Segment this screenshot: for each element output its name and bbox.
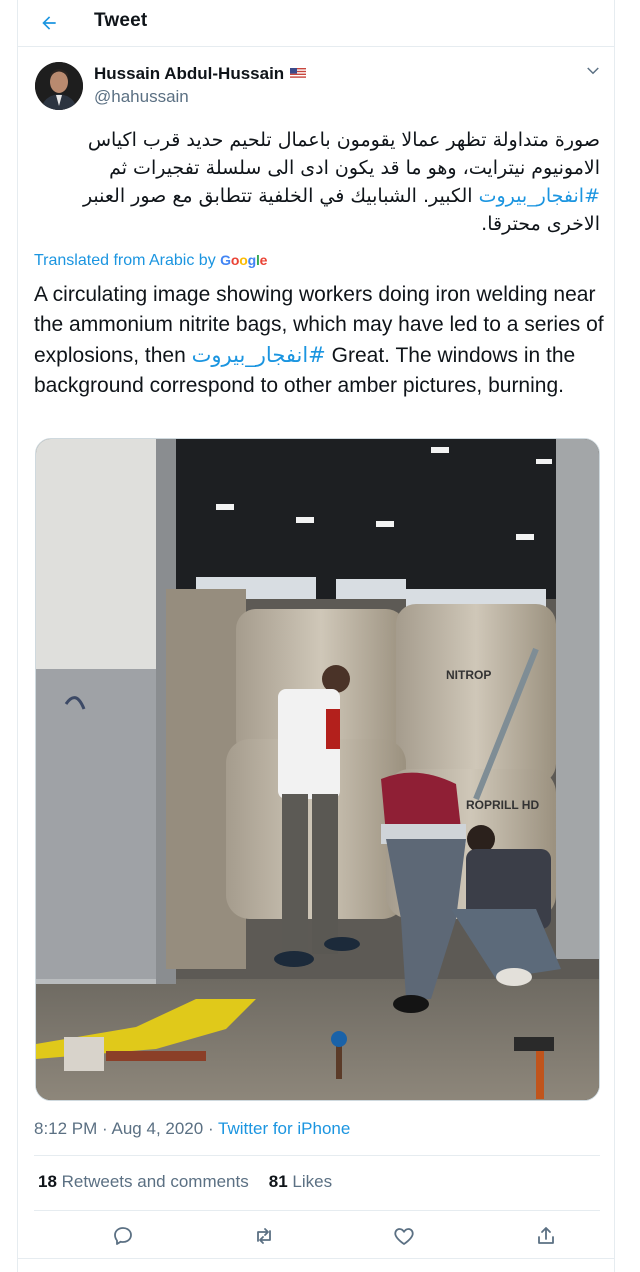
retweet-button[interactable]	[252, 1224, 276, 1248]
svg-text:NITROP: NITROP	[446, 668, 491, 682]
tweet-text-translated: A circulating image showing workers doin…	[34, 283, 604, 397]
chevron-down-icon	[587, 67, 599, 75]
svg-text:ROPRILL HD: ROPRILL HD	[466, 798, 539, 812]
like-button[interactable]	[392, 1224, 416, 1248]
hashtag-link[interactable]: #انفجار_بيروت	[192, 343, 326, 367]
tweet-time[interactable]: 8:12 PM	[34, 1119, 97, 1138]
us-flag-icon	[290, 64, 307, 79]
author-handle[interactable]: @hahussain	[94, 87, 189, 107]
avatar[interactable]	[35, 62, 83, 110]
google-logo: Google	[220, 252, 268, 268]
likes-stat[interactable]: 81 Likes	[269, 1172, 332, 1191]
tweet-stats: 18 Retweets and comments 81 Likes	[38, 1172, 332, 1192]
arrow-left-icon	[42, 16, 56, 30]
tweet-column: Tweet Hussain Abdul-Hussain @hahussain ص…	[17, 0, 615, 1272]
reply-button[interactable]	[111, 1224, 135, 1248]
retweet-icon	[257, 1228, 271, 1244]
translation-credit[interactable]: Translated from Arabic by Google	[34, 252, 267, 270]
author-name[interactable]: Hussain Abdul-Hussain	[94, 64, 307, 84]
retweets-stat[interactable]: 18 Retweets and comments	[38, 1172, 249, 1191]
tweet-meta: 8:12 PM · Aug 4, 2020 · Twitter for iPho…	[34, 1119, 351, 1138]
divider	[34, 1210, 600, 1211]
back-button[interactable]	[36, 10, 62, 36]
hashtag-link[interactable]: #انفجار_بيروت	[479, 185, 600, 207]
divider	[18, 1258, 614, 1259]
heart-icon	[394, 1228, 414, 1245]
page-title: Tweet	[94, 10, 148, 31]
divider	[34, 1155, 600, 1156]
more-options-button[interactable]	[584, 62, 604, 82]
tweet-date[interactable]: Aug 4, 2020	[112, 1119, 204, 1138]
tweet-text-original: صورة متداولة تظهر عمالا يقومون باعمال تل…	[82, 129, 600, 235]
reply-icon	[114, 1227, 132, 1245]
action-bar	[34, 1218, 600, 1254]
page-header: Tweet	[18, 0, 614, 47]
tweet-client-link[interactable]: Twitter for iPhone	[218, 1119, 350, 1138]
tweet-photo[interactable]: NITROP ROPRILL HD	[35, 438, 600, 1101]
share-icon	[538, 1227, 554, 1244]
share-button[interactable]	[534, 1224, 558, 1248]
